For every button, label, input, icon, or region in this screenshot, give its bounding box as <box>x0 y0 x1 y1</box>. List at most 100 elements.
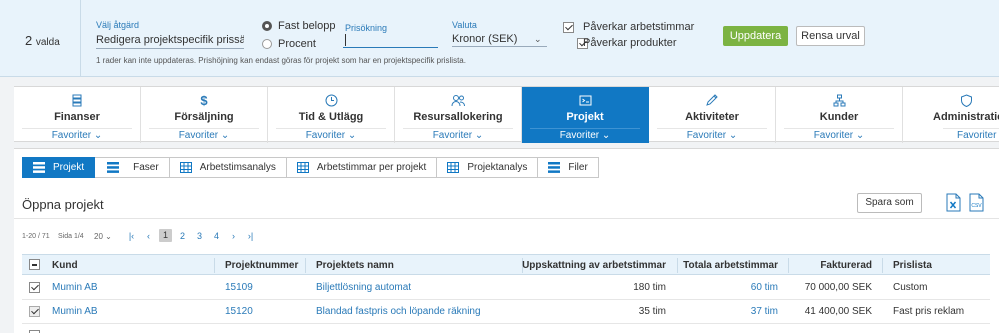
page-1[interactable]: 1 <box>159 229 172 242</box>
cell-number[interactable]: 15120 <box>225 306 253 317</box>
favorites-label: Favoriter <box>686 130 727 141</box>
cell-total[interactable]: 60 tim <box>751 282 778 293</box>
module-tid-utlagg[interactable]: Tid & Utlägg Favoriter ⌄ <box>268 87 395 143</box>
next-page-icon[interactable]: › <box>225 231 242 241</box>
action-select[interactable]: Redigera projektspecifik prissättning <box>96 34 244 49</box>
favorites-dropdown[interactable]: Favoriter ⌄ <box>403 128 513 141</box>
module-nav: Finanser Favoriter ⌄ $ Försäljning Favor… <box>14 86 999 143</box>
grid-icon <box>447 162 460 173</box>
page-size-select[interactable]: 20 ⌄ <box>94 232 112 241</box>
col-customer[interactable]: Kund <box>52 260 78 271</box>
divider <box>14 218 999 219</box>
affects-hours-checkbox[interactable] <box>563 22 574 33</box>
row-checkbox[interactable] <box>29 306 40 317</box>
chevron-down-icon: ⌄ <box>855 130 865 141</box>
col-invoiced[interactable]: Fakturerad <box>820 260 872 271</box>
module-name: Resursallokering <box>413 111 503 123</box>
favorites-dropdown[interactable]: Favoriter ⌄ <box>276 128 386 141</box>
favorites-label: Favoriter <box>559 130 600 141</box>
col-total[interactable]: Totala arbetstimmar <box>683 260 778 271</box>
favorites-dropdown[interactable]: Favoriter ⌄ <box>657 128 767 141</box>
currency-select[interactable]: Kronor (SEK) <box>452 33 547 47</box>
tab-filer[interactable]: Filer <box>538 157 599 178</box>
table-row[interactable] <box>22 324 990 333</box>
table-header: Kund Projektnummer Projektets namn Uppsk… <box>22 254 990 275</box>
page-size-value: 20 <box>94 232 103 241</box>
tab-label: Projektanalys <box>467 162 528 173</box>
chevron-down-icon: ⌄ <box>93 130 103 141</box>
dollar-icon: $ <box>200 93 208 108</box>
currency-label: Valuta <box>452 20 477 30</box>
coins-icon <box>14 94 140 108</box>
chevron-down-icon: ⌄ <box>474 130 484 141</box>
project-icon <box>522 94 648 108</box>
tab-arbetstimmar-per-projekt[interactable]: Arbetstimmar per projekt <box>286 157 438 178</box>
module-administration[interactable]: Administration Favoriter ⌄ <box>903 87 999 143</box>
module-finanser[interactable]: Finanser Favoriter ⌄ <box>14 87 141 143</box>
row-checkbox[interactable] <box>29 282 40 293</box>
page-2[interactable]: 2 <box>174 231 191 241</box>
module-forsaljning[interactable]: $ Försäljning Favoriter ⌄ <box>141 87 268 143</box>
cell-estimate: 35 tim <box>638 306 666 317</box>
col-name[interactable]: Projektets namn <box>316 260 394 271</box>
tab-faser[interactable]: Faser <box>95 157 170 178</box>
grid-icon <box>296 162 309 173</box>
svg-text:CSV: CSV <box>971 203 982 209</box>
cell-invoiced: 70 000,00 SEK <box>804 282 872 293</box>
table-row[interactable]: Mumin AB 15109 Biljettlösning automat 18… <box>22 276 990 300</box>
save-as-button[interactable]: Spara som <box>857 193 922 213</box>
favorites-label: Favoriter <box>432 130 473 141</box>
cell-number[interactable]: 15109 <box>225 282 253 293</box>
favorites-label: Favoriter <box>957 130 997 141</box>
last-page-icon[interactable]: ›| <box>242 231 259 241</box>
favorites-dropdown[interactable]: Favoriter ⌄ <box>784 128 894 141</box>
clear-selection-button[interactable]: Rensa urval <box>796 26 865 46</box>
module-name: Aktiviteter <box>685 111 739 123</box>
people-icon <box>395 94 521 108</box>
page-3[interactable]: 3 <box>191 231 208 241</box>
favorites-dropdown[interactable]: Favoriter ⌄ <box>22 128 132 141</box>
tab-arbetstimsanalys[interactable]: Arbetstimsanalys <box>169 157 287 178</box>
select-all-checkbox[interactable] <box>29 259 40 270</box>
text-caret <box>345 34 346 46</box>
module-name: Finanser <box>54 111 100 123</box>
cell-customer[interactable]: Mumin AB <box>52 306 98 317</box>
cell-estimate: 180 tim <box>633 282 666 293</box>
favorites-dropdown[interactable]: Favoriter ⌄ <box>943 128 999 141</box>
excel-export-icon[interactable] <box>946 193 961 215</box>
cell-name[interactable]: Biljettlösning automat <box>316 282 411 293</box>
favorites-dropdown[interactable]: Favoriter ⌄ <box>530 128 640 141</box>
chevron-down-icon: ⌄ <box>347 130 357 141</box>
affects-hours-label: Påverkar arbetstimmar <box>583 21 695 33</box>
favorites-dropdown[interactable]: Favoriter ⌄ <box>149 128 259 141</box>
chevron-down-icon: ⌄ <box>601 130 611 141</box>
cell-customer[interactable]: Mumin AB <box>52 282 98 293</box>
selected-count: 2 valda <box>25 33 60 48</box>
module-projekt[interactable]: Projekt Favoriter ⌄ <box>522 87 649 143</box>
col-number[interactable]: Projektnummer <box>225 260 298 271</box>
tab-projekt[interactable]: Projekt <box>22 157 96 178</box>
favorites-label: Favoriter <box>51 130 92 141</box>
tab-projektanalys[interactable]: Projektanalys <box>437 157 539 178</box>
col-pricelist[interactable]: Prislista <box>893 260 932 271</box>
list-icon <box>548 162 561 173</box>
percent-radio[interactable] <box>262 39 272 49</box>
cell-name[interactable]: Blandad fastpris och löpande räkning <box>316 306 481 317</box>
price-increase-input[interactable] <box>343 34 438 48</box>
first-page-icon[interactable]: |‹ <box>123 231 140 241</box>
module-kunder[interactable]: Kunder Favoriter ⌄ <box>776 87 903 143</box>
fixed-amount-radio[interactable] <box>262 21 272 31</box>
chevron-down-icon: ⌄ <box>728 130 738 141</box>
prev-page-icon[interactable]: ‹ <box>140 231 157 241</box>
cell-total[interactable]: 37 tim <box>751 306 778 317</box>
price-increase-label: Prisökning <box>345 23 388 33</box>
col-estimate[interactable]: Uppskattning av arbetstimmar <box>522 260 666 271</box>
col-separator <box>214 258 215 273</box>
module-aktiviteter[interactable]: Aktiviteter Favoriter ⌄ <box>649 87 776 143</box>
chevron-down-icon: ⌄ <box>534 34 542 44</box>
module-resursallokering[interactable]: Resursallokering Favoriter ⌄ <box>395 87 522 143</box>
update-button[interactable]: Uppdatera <box>723 26 788 46</box>
table-row[interactable]: Mumin AB 15120 Blandad fastpris och löpa… <box>22 300 990 324</box>
csv-export-icon[interactable]: CSV <box>969 193 984 215</box>
page-4[interactable]: 4 <box>208 231 225 241</box>
